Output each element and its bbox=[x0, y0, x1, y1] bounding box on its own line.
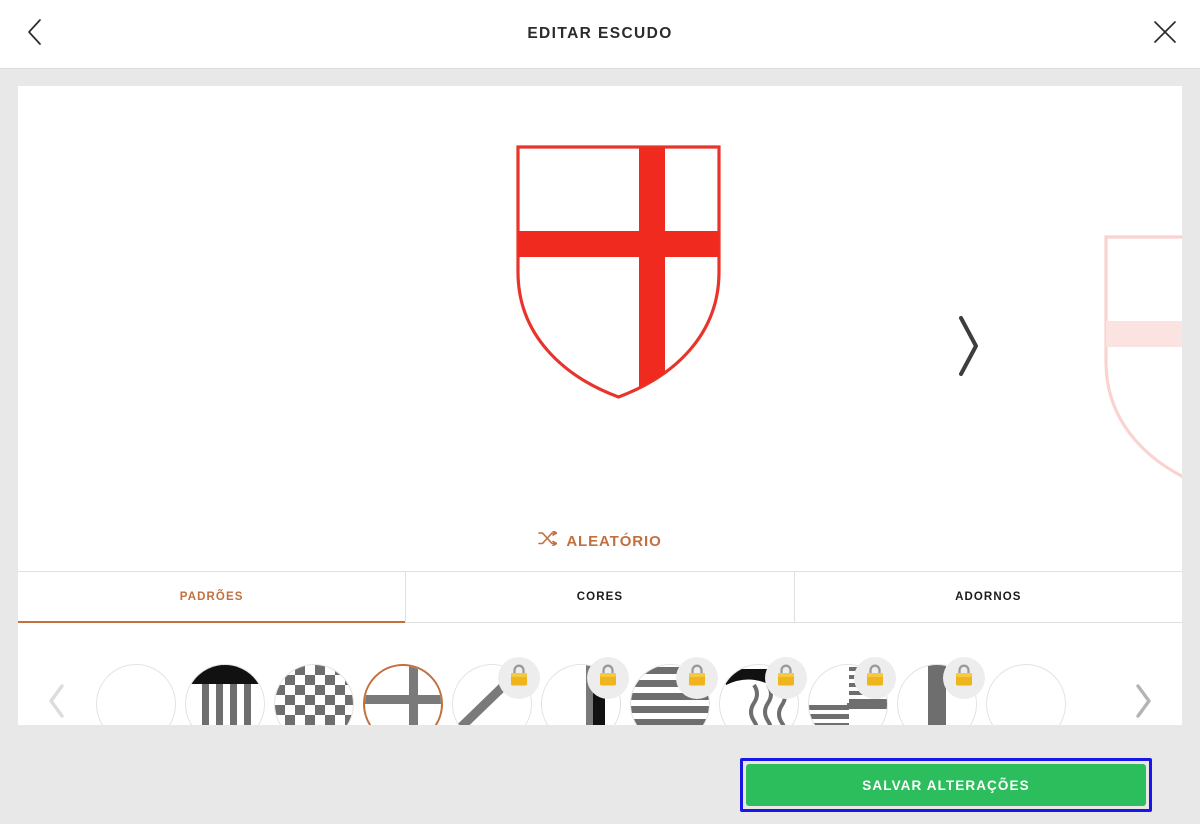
editor-card: ALEATÓRIO PADRÕES CORES ADORNOS bbox=[18, 86, 1182, 725]
pattern-plain bbox=[96, 663, 176, 725]
chevron-left-icon bbox=[45, 681, 69, 725]
chevron-right-icon bbox=[953, 316, 983, 385]
crest-preview bbox=[515, 144, 722, 405]
pattern-swatch-locked[interactable] bbox=[541, 656, 629, 725]
page-title: EDITAR ESCUDO bbox=[527, 25, 673, 42]
tab-padroes-label: PADRÕES bbox=[179, 591, 244, 603]
pattern-swatch[interactable] bbox=[986, 663, 1066, 725]
next-crest-ghost bbox=[1103, 234, 1182, 495]
padlock-icon bbox=[598, 664, 618, 692]
padlock-icon bbox=[509, 664, 529, 692]
random-button[interactable]: ALEATÓRIO bbox=[18, 511, 1182, 571]
tab-adornos[interactable]: ADORNOS bbox=[794, 572, 1182, 622]
padlock-badge bbox=[854, 656, 896, 699]
pattern-swatch[interactable] bbox=[96, 663, 176, 725]
pattern-swatch-locked[interactable] bbox=[808, 656, 896, 725]
tab-cores-label: CORES bbox=[576, 591, 624, 603]
carousel-next-button[interactable] bbox=[1108, 681, 1178, 725]
carousel-prev-button[interactable] bbox=[22, 681, 92, 725]
modal-footer: SALVAR ALTERAÇÕES bbox=[0, 725, 1200, 824]
pattern-swatch-locked[interactable] bbox=[630, 656, 718, 725]
pattern-cross bbox=[363, 663, 443, 725]
random-label: ALEATÓRIO bbox=[566, 532, 662, 550]
pattern-pales-chief bbox=[185, 663, 265, 725]
padlock-icon bbox=[687, 664, 707, 692]
chevron-right-icon bbox=[1131, 681, 1155, 725]
pattern-swatch-locked[interactable] bbox=[897, 656, 985, 725]
padlock-icon bbox=[954, 664, 974, 692]
pattern-swatch[interactable] bbox=[185, 663, 265, 725]
padlock-icon bbox=[865, 664, 885, 692]
modal-header: EDITAR ESCUDO bbox=[0, 0, 1200, 69]
shuffle-icon bbox=[538, 530, 558, 551]
pattern-swatch-locked[interactable] bbox=[452, 656, 540, 725]
save-button-focus-ring: SALVAR ALTERAÇÕES bbox=[740, 758, 1152, 812]
pattern-swatch-selected[interactable] bbox=[363, 663, 443, 725]
editor-tabs: PADRÕES CORES ADORNOS bbox=[18, 571, 1182, 623]
tab-adornos-label: ADORNOS bbox=[955, 591, 1022, 603]
save-button[interactable]: SALVAR ALTERAÇÕES bbox=[746, 764, 1146, 806]
pattern-swatch[interactable] bbox=[274, 663, 354, 725]
next-crest-button[interactable] bbox=[953, 311, 983, 386]
pattern-partial bbox=[986, 663, 1066, 725]
padlock-badge bbox=[498, 656, 540, 699]
padlock-badge bbox=[943, 656, 985, 699]
close-icon bbox=[1152, 19, 1178, 50]
chevron-left-icon bbox=[23, 17, 47, 52]
pattern-swatch-list bbox=[92, 623, 1108, 725]
padlock-badge bbox=[765, 656, 807, 699]
padlock-badge bbox=[676, 656, 718, 699]
padlock-icon bbox=[776, 664, 796, 692]
close-button[interactable] bbox=[1130, 0, 1200, 69]
padlock-badge bbox=[587, 656, 629, 699]
back-button[interactable] bbox=[0, 0, 70, 69]
pattern-checky bbox=[274, 663, 354, 725]
crest-preview-area bbox=[18, 86, 1182, 511]
pattern-carousel bbox=[18, 623, 1182, 725]
tab-cores[interactable]: CORES bbox=[406, 572, 795, 622]
tab-padroes[interactable]: PADRÕES bbox=[18, 572, 407, 623]
pattern-swatch-locked[interactable] bbox=[719, 656, 807, 725]
